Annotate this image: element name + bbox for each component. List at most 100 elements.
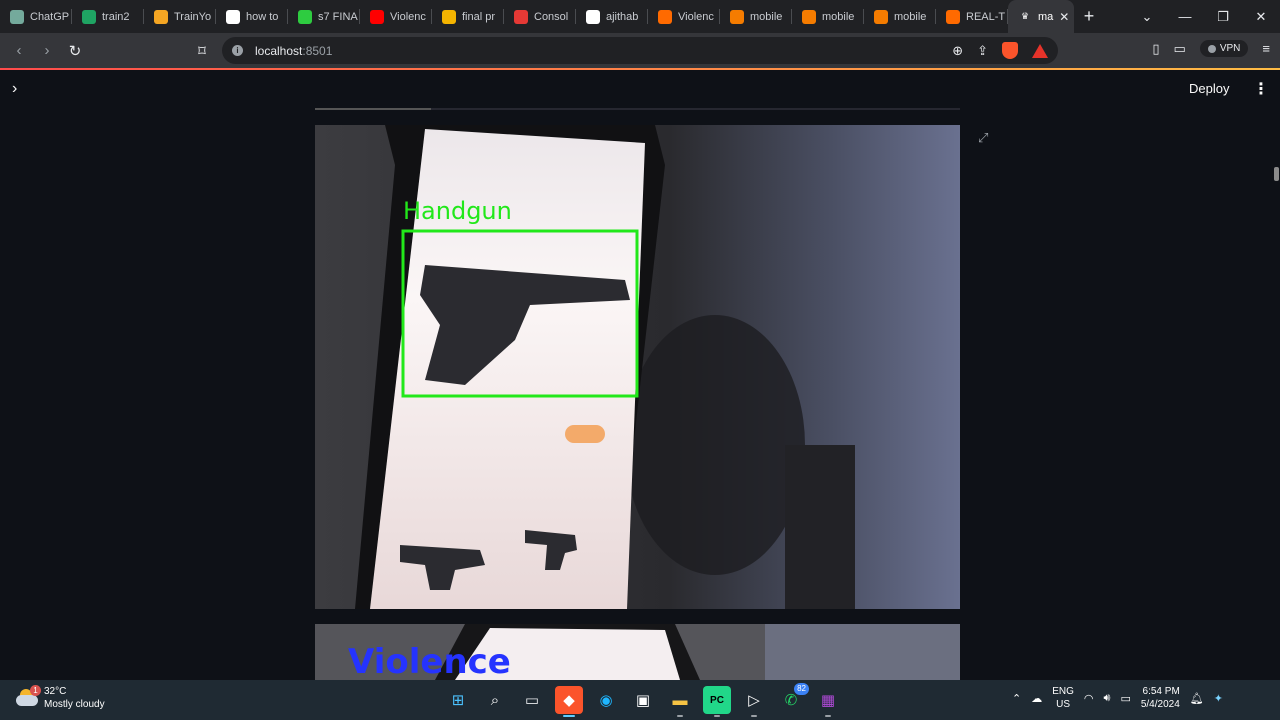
infinity-icon xyxy=(154,9,168,24)
tab-label: mobile xyxy=(822,10,855,23)
whatsapp-badge: 82 xyxy=(794,683,809,695)
tab-11[interactable]: mobile xyxy=(792,0,864,33)
drive-icon xyxy=(82,9,96,24)
menu-icon[interactable]: ≡ xyxy=(1262,41,1270,56)
notification-bell-icon[interactable]: 🔔︎ xyxy=(1190,692,1204,705)
tab-search-icon[interactable]: ⌄ xyxy=(1128,9,1166,25)
tab-active[interactable]: ♛ ma ✕ xyxy=(1008,0,1074,33)
clock[interactable]: 6:54 PM 5/4/2024 xyxy=(1141,685,1180,711)
slides-icon xyxy=(442,9,456,24)
store-icon[interactable]: ▣ xyxy=(629,686,657,714)
tab-5[interactable]: Violenc xyxy=(360,0,432,33)
streamlit-app: › Deploy ⋮ Handgun ⤢ Violence xyxy=(0,70,1280,680)
taskbar-apps: ⊞ ⌕ ▭ ◆ ◉ ▣ ▬ PC ▷ ✆ 82 ▦ xyxy=(444,683,842,717)
tab-13[interactable]: REAL-T xyxy=(936,0,1008,33)
share-icon[interactable]: ⇪ xyxy=(977,43,988,59)
tab-9[interactable]: Violenc xyxy=(648,0,720,33)
weather-widget[interactable]: 1 32°C Mostly cloudy xyxy=(16,685,105,711)
tab-10[interactable]: mobile xyxy=(720,0,792,33)
tab-7[interactable]: Consol xyxy=(504,0,576,33)
progress-bar xyxy=(315,108,960,110)
vpn-status-icon xyxy=(1207,44,1216,53)
tab-label: Consol xyxy=(534,10,569,23)
spinner-icon xyxy=(946,9,960,24)
deploy-button[interactable]: Deploy xyxy=(1189,81,1229,96)
chevron-up-icon[interactable]: ⌃ xyxy=(1012,692,1021,705)
pycharm-icon[interactable]: PC xyxy=(703,686,731,717)
back-icon[interactable]: ‹ xyxy=(5,42,33,59)
search-icon[interactable]: ⌕ xyxy=(481,686,509,714)
close-window-icon[interactable]: ✕ xyxy=(1242,9,1280,25)
new-tab-button[interactable]: + xyxy=(1074,6,1104,27)
brave-browser-icon[interactable]: ◆ xyxy=(555,686,583,717)
tab-1[interactable]: train2 xyxy=(72,0,144,33)
language-indicator[interactable]: ENG US xyxy=(1052,685,1074,711)
terminal-icon[interactable]: ▷ xyxy=(740,686,768,717)
detection-label-violence: Violence xyxy=(348,642,511,680)
brave-rewards-icon[interactable] xyxy=(1032,43,1048,58)
edge-icon[interactable]: ◉ xyxy=(592,686,620,714)
browser-tab-strip: ChatGP train2 TrainYo how to s7 FINA Violenc f… xyxy=(0,0,1280,33)
lang-line2: US xyxy=(1056,699,1070,710)
file-explorer-icon[interactable]: ▬ xyxy=(666,686,694,717)
weather-temp: 32°C xyxy=(44,686,67,697)
brave-shields-icon[interactable] xyxy=(1002,42,1018,59)
tab-8[interactable]: ajithab xyxy=(576,0,648,33)
tab-label: ChatGP xyxy=(30,10,70,23)
tab-6[interactable]: final pr xyxy=(432,0,504,33)
tab-label: Violenc xyxy=(678,10,714,23)
doc-icon xyxy=(802,9,816,24)
clock-time: 6:54 PM xyxy=(1142,686,1180,697)
chatgpt-icon xyxy=(10,9,24,24)
whatsapp-icon[interactable]: ✆ 82 xyxy=(777,683,809,714)
tab-12[interactable]: mobile xyxy=(864,0,936,33)
console-icon xyxy=(514,9,528,24)
leaf-icon xyxy=(298,9,312,24)
tab-4[interactable]: s7 FINA xyxy=(288,0,360,33)
reload-icon[interactable]: ↻ xyxy=(61,42,89,60)
detection-label-handgun: Handgun xyxy=(403,197,512,225)
volume-icon[interactable]: 🔊︎ xyxy=(1104,692,1111,705)
spinner-icon xyxy=(658,9,672,24)
address-bar[interactable]: i localhost:8501 ⊕ ⇪ xyxy=(222,37,1058,64)
onedrive-icon[interactable]: ☁ xyxy=(1031,692,1042,705)
wifi-icon[interactable]: ◠ xyxy=(1084,692,1094,705)
browser-toolbar: ‹ › ↻ ⌑ i localhost:8501 ⊕ ⇪ ▯ ▭ VPN ≡ xyxy=(0,33,1280,68)
doc-icon xyxy=(730,9,744,24)
fullscreen-icon[interactable]: ⤢ xyxy=(978,130,988,146)
forward-icon[interactable]: › xyxy=(33,42,61,59)
copilot-icon[interactable]: ✦ xyxy=(1214,692,1223,705)
windows-taskbar: 1 32°C Mostly cloudy ⊞ ⌕ ▭ ◆ ◉ ▣ ▬ PC ▷ … xyxy=(0,680,1280,720)
tab-3[interactable]: how to xyxy=(216,0,288,33)
tab-label: final pr xyxy=(462,10,496,23)
task-view-icon[interactable]: ▭ xyxy=(518,686,546,714)
zoom-icon[interactable]: ⊕ xyxy=(952,43,963,59)
scrollbar-thumb[interactable] xyxy=(1274,167,1279,181)
video-frame-2: Violence xyxy=(315,624,960,680)
battery-icon[interactable]: ▭ xyxy=(1120,692,1130,705)
windows-start-icon[interactable]: ⊞ xyxy=(444,686,472,714)
site-info-icon[interactable]: i xyxy=(232,45,243,56)
tab-label: ajithab xyxy=(606,10,639,23)
video-frame: Handgun xyxy=(315,125,960,609)
minimize-icon[interactable]: — xyxy=(1166,9,1204,24)
window-controls: ⌄ — ❐ ✕ xyxy=(1128,0,1280,33)
tab-label: mobile xyxy=(894,10,927,23)
winrar-icon[interactable]: ▦ xyxy=(814,686,842,717)
cloudy-weather-icon: 1 xyxy=(16,685,41,707)
weather-desc: Mostly cloudy xyxy=(44,699,105,710)
url-host: localhost xyxy=(255,43,303,58)
tab-0[interactable]: ChatGP xyxy=(0,0,72,33)
sidebar-expand-icon[interactable]: › xyxy=(12,80,17,98)
main-menu-icon[interactable]: ⋮ xyxy=(1253,79,1269,99)
sidebar-panel-icon[interactable]: ▯ xyxy=(1152,41,1159,57)
bookmark-icon[interactable]: ⌑ xyxy=(188,42,216,60)
wallet-icon[interactable]: ▭ xyxy=(1174,41,1186,57)
vpn-button[interactable]: VPN xyxy=(1199,40,1249,57)
youtube-icon xyxy=(370,9,384,24)
close-tab-icon[interactable]: ✕ xyxy=(1059,10,1069,24)
doc-icon xyxy=(874,9,888,24)
tab-2[interactable]: TrainYo xyxy=(144,0,216,33)
tab-label: how to xyxy=(246,10,279,23)
restore-icon[interactable]: ❐ xyxy=(1204,9,1242,25)
